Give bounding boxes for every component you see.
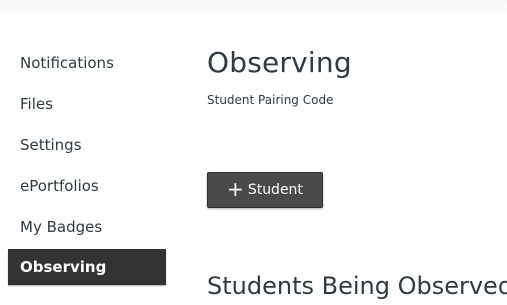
add-student-button[interactable]: + Student — [207, 172, 323, 208]
page-title: Observing — [207, 46, 352, 79]
nav-item-settings[interactable]: Settings — [0, 124, 170, 165]
nav-item-my-badges[interactable]: My Badges — [0, 206, 170, 247]
nav-item-eportfolios[interactable]: ePortfolios — [0, 165, 170, 206]
nav-item-notifications[interactable]: Notifications — [0, 42, 170, 83]
nav-item-files[interactable]: Files — [0, 83, 170, 124]
pairing-code-label: Student Pairing Code — [207, 93, 334, 107]
add-student-label: Student — [247, 182, 303, 198]
account-nav: Notifications Files Settings ePortfolios… — [0, 42, 170, 285]
plus-icon: + — [227, 177, 244, 201]
students-observed-heading: Students Being Observed — [207, 272, 507, 300]
nav-item-observing[interactable]: Observing — [8, 249, 166, 285]
main-content: Observing Student Pairing Code + Student… — [207, 0, 507, 305]
